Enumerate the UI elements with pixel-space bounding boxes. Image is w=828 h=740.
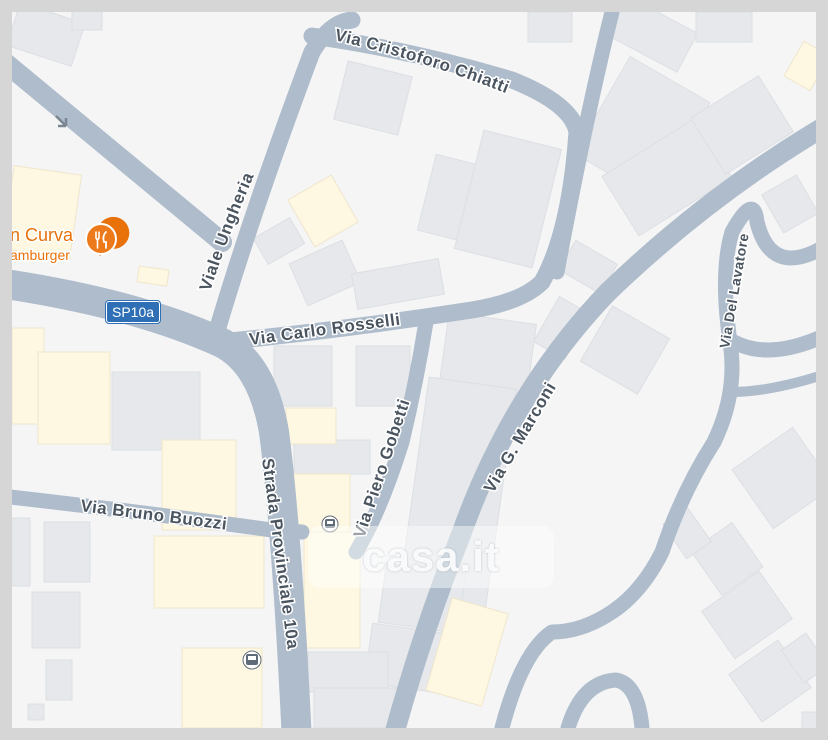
road-shield-sp10a: SP10a bbox=[106, 301, 161, 323]
map-frame: Via Cristoforo Chiatti Viale Ungheria Vi… bbox=[0, 0, 828, 740]
map-layer: Via Cristoforo Chiatti Viale Ungheria Vi… bbox=[12, 12, 816, 728]
poi-category: amburger bbox=[12, 247, 70, 263]
poi-name[interactable]: n Curva bbox=[12, 224, 76, 247]
watermark-logo: casa.it bbox=[308, 526, 554, 588]
bus-stop-icon[interactable] bbox=[242, 650, 262, 670]
restaurant-icon[interactable] bbox=[85, 216, 130, 256]
map-canvas[interactable]: Via Cristoforo Chiatti Viale Ungheria Vi… bbox=[12, 12, 816, 728]
street-label-via-carlo-rosselli: Via Carlo Rosselli bbox=[248, 310, 402, 349]
